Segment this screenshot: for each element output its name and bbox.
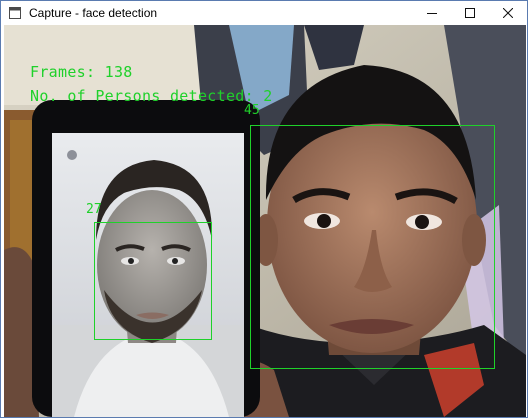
face-detection-box [94, 222, 212, 340]
window-title: Capture - face detection [29, 6, 158, 20]
face-detection-box [250, 125, 495, 369]
maximize-icon [465, 8, 475, 18]
video-frame: Frames: 138 No. of Persons detected: 2 2… [4, 25, 526, 417]
frames-counter: Frames: 138 [30, 63, 133, 81]
app-window-icon [9, 7, 21, 19]
close-icon [503, 8, 513, 18]
title-bar[interactable]: Capture - face detection [1, 1, 527, 25]
face-box-label: 27 [86, 202, 102, 217]
maximize-button[interactable] [451, 1, 489, 25]
close-button[interactable] [489, 1, 527, 25]
capture-window: Capture - face detection Frames: 138 No.… [0, 0, 528, 418]
minimize-button[interactable] [413, 1, 451, 25]
persons-detected-text: No. of Persons detected: 2 [30, 87, 273, 105]
window-controls [413, 1, 527, 25]
minimize-icon [427, 8, 437, 18]
face-box-label: 45 [244, 103, 260, 118]
